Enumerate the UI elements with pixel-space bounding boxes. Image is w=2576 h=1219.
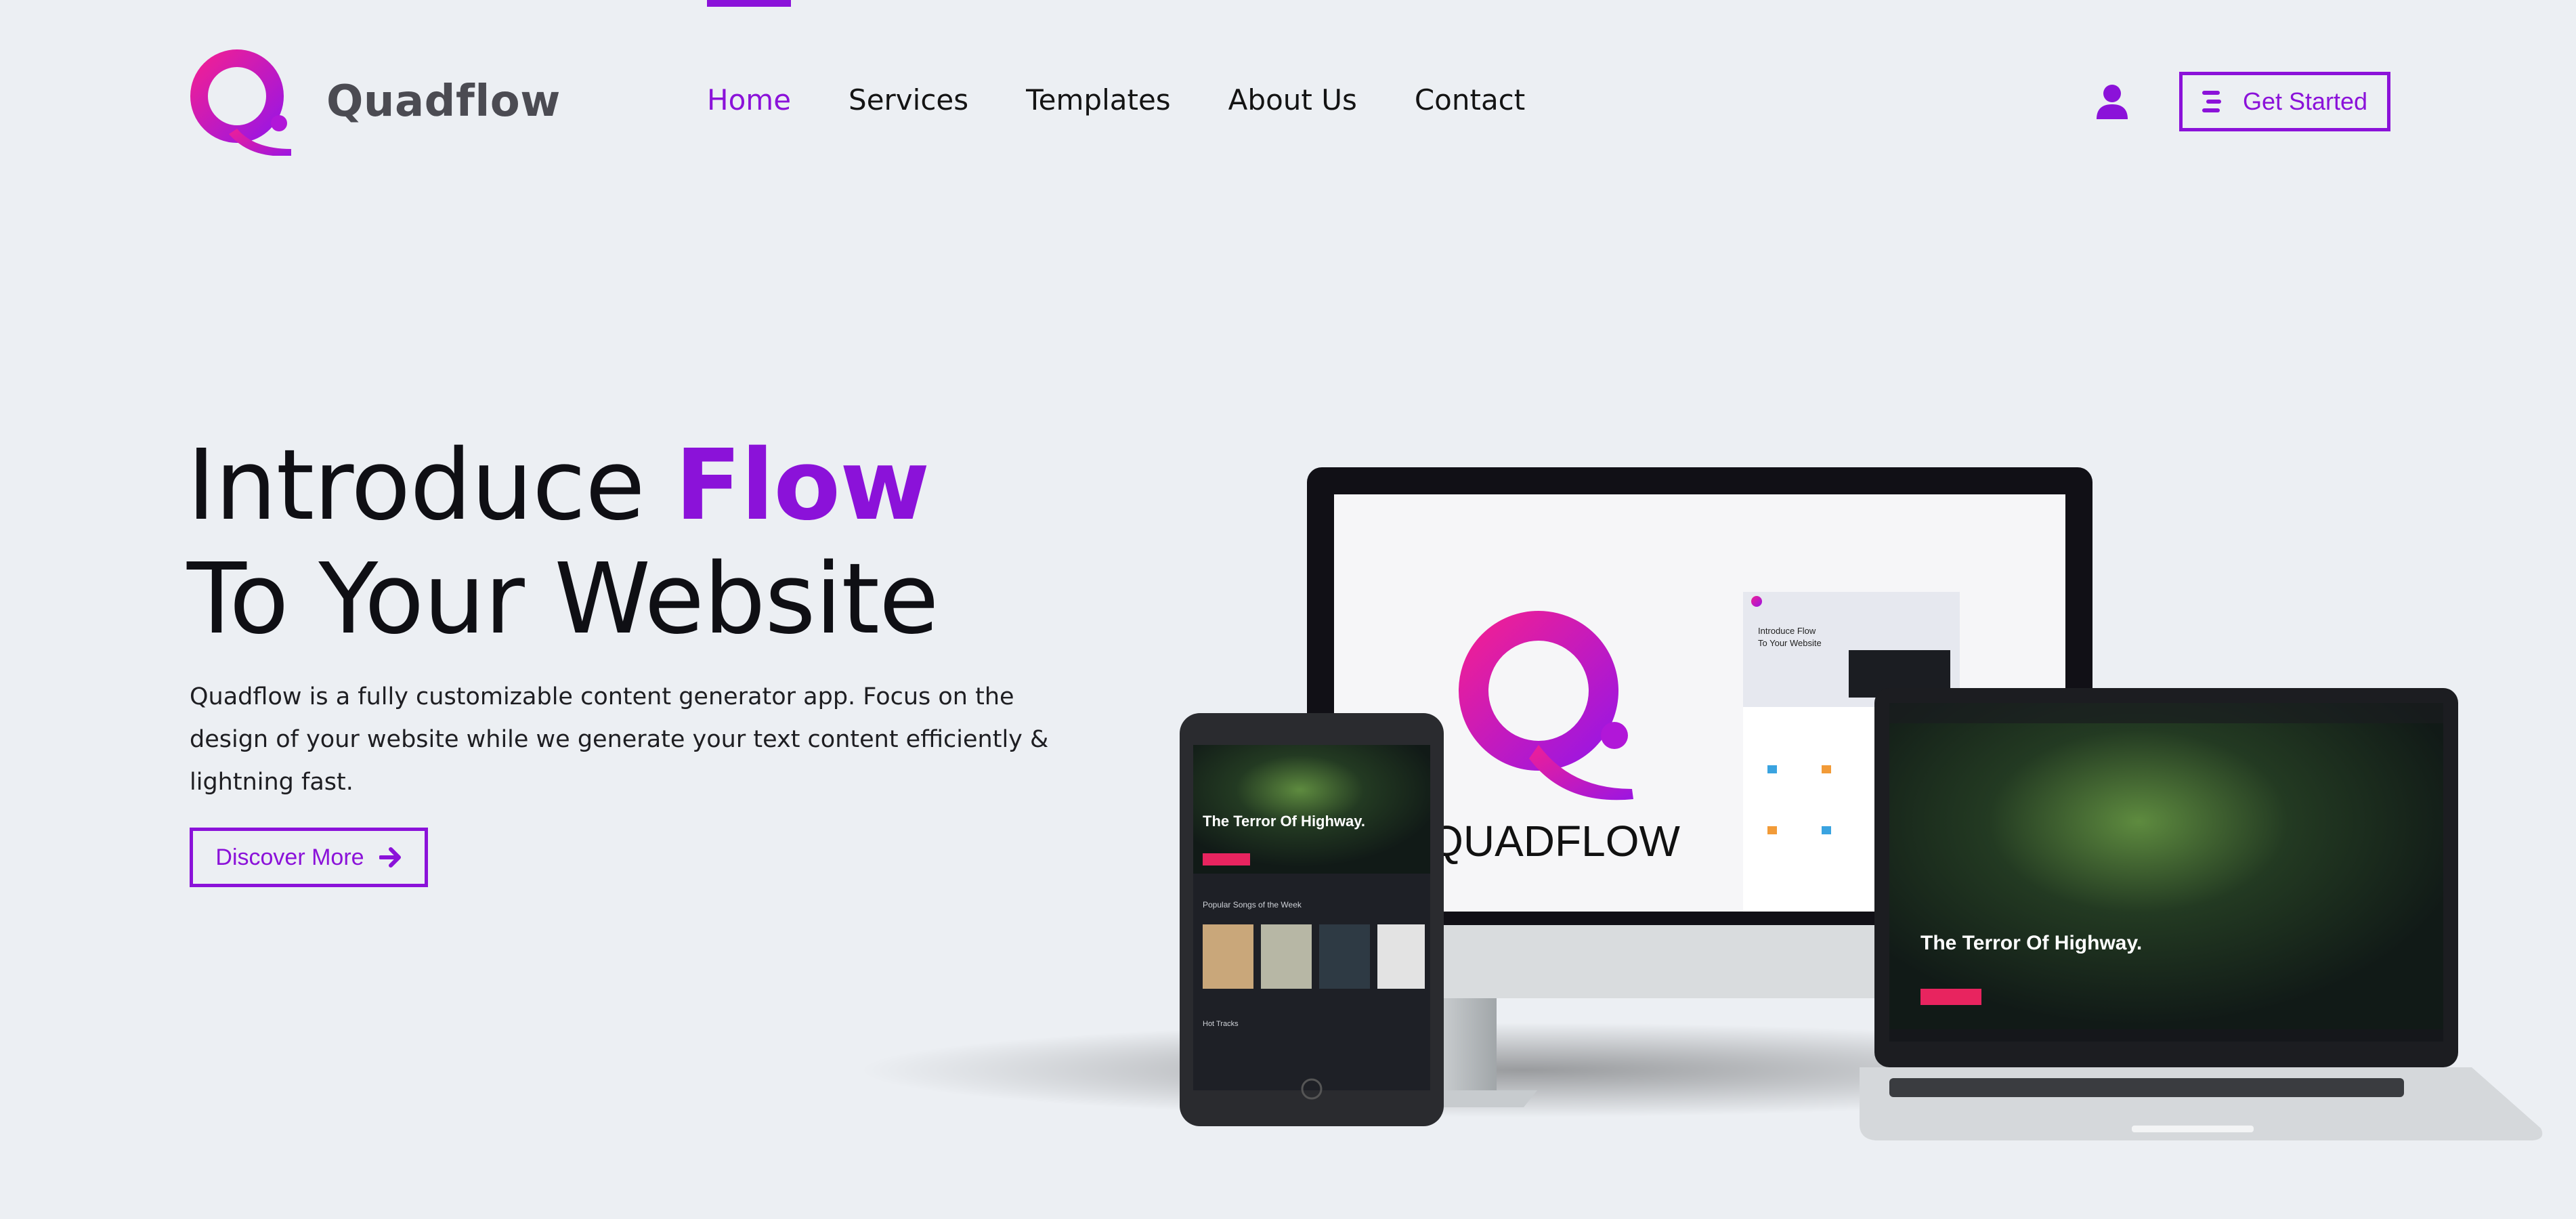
laptop-device: The Terror Of Highway. [1860,688,2543,1140]
main-nav: Home Services Templates About Us Contact [707,0,1583,135]
tablet-heading: The Terror Of Highway. [1203,813,1365,830]
nav-home[interactable]: Home [707,0,792,135]
nav-contact[interactable]: Contact [1415,0,1525,135]
account-button[interactable] [2095,84,2129,119]
monitor-logo-text: QUADFLOW [1430,817,1680,865]
brand-name: Quadflow [326,77,561,127]
brand-logo[interactable]: Quadflow [190,47,561,156]
get-started-label: Get Started [2242,87,2368,115]
nav-about-us[interactable]: About Us [1228,0,1357,135]
tablet-section-title: Popular Songs of the Week [1203,900,1302,910]
discover-more-label: Discover More [215,844,364,870]
landing-page: Quadflow Home Services Templates About U… [0,0,2576,1219]
user-icon [2097,85,2128,119]
mini-intro-line2: To Your Website [1758,638,1822,648]
device-mockup-image: QUADFLOW Introduce Flow To Your Website … [860,467,2543,1140]
laptop-heading: The Terror Of Highway. [1920,932,2142,954]
nav-templates[interactable]: Templates [1026,0,1171,135]
tablet-device: The Terror Of Highway. Popular Songs of … [1180,713,1444,1126]
quadflow-logo-icon [190,49,291,156]
menu-lines-icon [2202,91,2221,112]
get-started-button[interactable]: Get Started [2179,72,2390,131]
tablet-hot-tracks: Hot Tracks [1203,1020,1239,1028]
discover-more-button[interactable]: Discover More [190,828,428,887]
mini-intro-line1: Introduce Flow [1758,626,1816,636]
nav-services[interactable]: Services [849,0,968,135]
hero-title-part1: Introduce [187,428,675,542]
arrow-right-icon [379,847,401,868]
